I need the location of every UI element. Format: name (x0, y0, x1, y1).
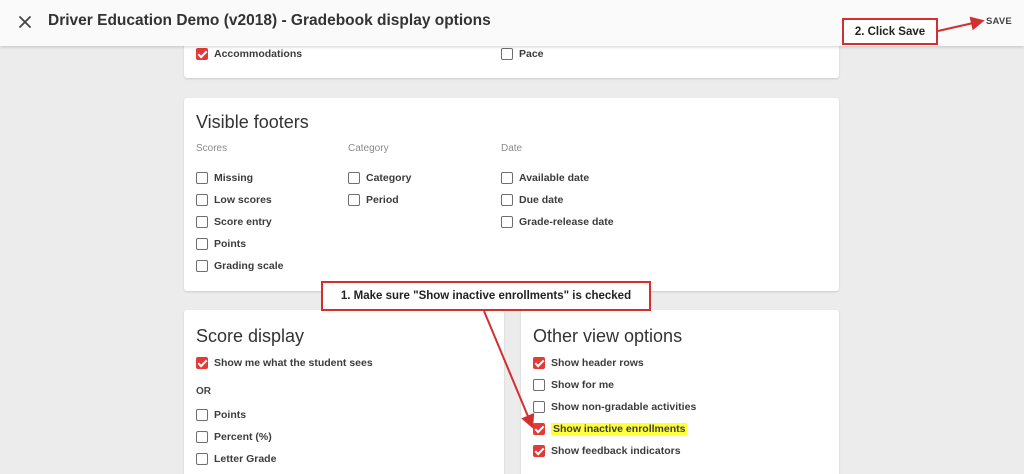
checkbox[interactable] (196, 238, 208, 250)
checkbox[interactable] (348, 194, 360, 206)
checkbox-label: Letter Grade (214, 453, 277, 465)
checkbox-grading-scale[interactable]: Grading scale (196, 259, 283, 273)
checkbox-show-student-view[interactable]: Show me what the student sees (196, 356, 373, 370)
checkbox-label: Grading scale (214, 260, 284, 272)
checkbox[interactable] (196, 409, 208, 421)
checkbox-percent[interactable]: Percent (%) (196, 430, 272, 444)
checkbox-accommodations[interactable]: Accommodations (196, 47, 302, 61)
checkbox-score-entry[interactable]: Score entry (196, 215, 272, 229)
annotation-callout-step-1: 1. Make sure "Show inactive enrollments"… (321, 281, 651, 311)
checkbox-label: Grade-release date (519, 216, 614, 228)
column-heading-category: Category (348, 143, 389, 154)
score-display-card: Score display Show me what the student s… (184, 310, 504, 474)
checkbox[interactable] (501, 172, 513, 184)
checkbox[interactable] (533, 379, 545, 391)
annotation-callout-step-2: 2. Click Save (842, 18, 938, 45)
checkbox[interactable] (196, 260, 208, 272)
checkbox-show-feedback-indicators[interactable]: Show feedback indicators (533, 444, 681, 458)
checkbox-due-date[interactable]: Due date (501, 193, 563, 207)
checkbox-label: Show non-gradable activities (551, 401, 697, 413)
close-icon (19, 16, 31, 28)
checkbox-show-inactive-enrollments[interactable]: Show inactive enrollments (533, 422, 688, 436)
checkbox-label: Pace (519, 48, 544, 60)
checkbox-low-scores[interactable]: Low scores (196, 193, 272, 207)
checkbox-label: Show me what the student sees (214, 357, 373, 369)
checkbox[interactable] (533, 357, 545, 369)
save-button[interactable]: SAVE (986, 16, 1012, 27)
checkbox-category[interactable]: Category (348, 171, 412, 185)
checkbox-label: Show feedback indicators (551, 445, 681, 457)
checkbox[interactable] (348, 172, 360, 184)
checkbox[interactable] (196, 453, 208, 465)
checkbox-missing[interactable]: Missing (196, 171, 253, 185)
checkbox-label: Period (366, 194, 399, 206)
checkbox-label: Points (214, 409, 247, 421)
checkbox-show-non-gradable[interactable]: Show non-gradable activities (533, 400, 696, 414)
checkbox[interactable] (196, 194, 208, 206)
checkbox-letter-grade[interactable]: Letter Grade (196, 452, 276, 466)
column-heading-date: Date (501, 143, 523, 154)
checkbox-available-date[interactable]: Available date (501, 171, 589, 185)
section-title: Other view options (533, 326, 683, 346)
checkbox-pace[interactable]: Pace (501, 47, 544, 61)
checkbox[interactable] (501, 194, 513, 206)
checkbox-show-for-me[interactable]: Show for me (533, 378, 614, 392)
checkbox-label: Available date (519, 172, 590, 184)
checkbox-label: Accommodations (214, 48, 303, 60)
checkbox-label: Low scores (214, 194, 272, 206)
checkbox-label: Show inactive enrollments (551, 423, 688, 435)
other-view-options-card: Other view options Show header rows Show… (521, 310, 839, 474)
checkbox[interactable] (196, 216, 208, 228)
section-title: Score display (196, 326, 305, 346)
checkbox[interactable] (196, 172, 208, 184)
checkbox[interactable] (533, 401, 545, 413)
checkbox-show-header-rows[interactable]: Show header rows (533, 356, 644, 370)
checkbox[interactable] (196, 431, 208, 443)
checkbox[interactable] (501, 48, 513, 60)
checkbox-label: Category (366, 172, 412, 184)
section-title: Visible footers (196, 112, 309, 132)
column-heading-scores: Scores (196, 143, 228, 154)
checkbox[interactable] (196, 357, 208, 369)
checkbox-grade-release-date[interactable]: Grade-release date (501, 215, 614, 229)
close-button[interactable] (14, 11, 36, 33)
checkbox[interactable] (501, 216, 513, 228)
checkbox-label: Show header rows (551, 357, 644, 369)
checkbox-label: Percent (%) (214, 431, 272, 443)
checkbox[interactable] (533, 423, 545, 435)
visible-footers-card: Visible footers Scores Category Date Mis… (184, 98, 839, 291)
checkbox[interactable] (533, 445, 545, 457)
checkbox-score-points[interactable]: Points (196, 408, 246, 422)
checkbox-label: Score entry (214, 216, 272, 228)
checkbox-label: Points (214, 238, 247, 250)
checkbox-points[interactable]: Points (196, 237, 246, 251)
or-label: OR (196, 386, 211, 397)
checkbox-label: Show for me (551, 379, 615, 391)
checkbox[interactable] (196, 48, 208, 60)
checkbox-period[interactable]: Period (348, 193, 399, 207)
checkbox-label: Missing (214, 172, 254, 184)
page-title: Driver Education Demo (v2018) - Gradeboo… (48, 12, 491, 29)
checkbox-label: Due date (519, 194, 564, 206)
